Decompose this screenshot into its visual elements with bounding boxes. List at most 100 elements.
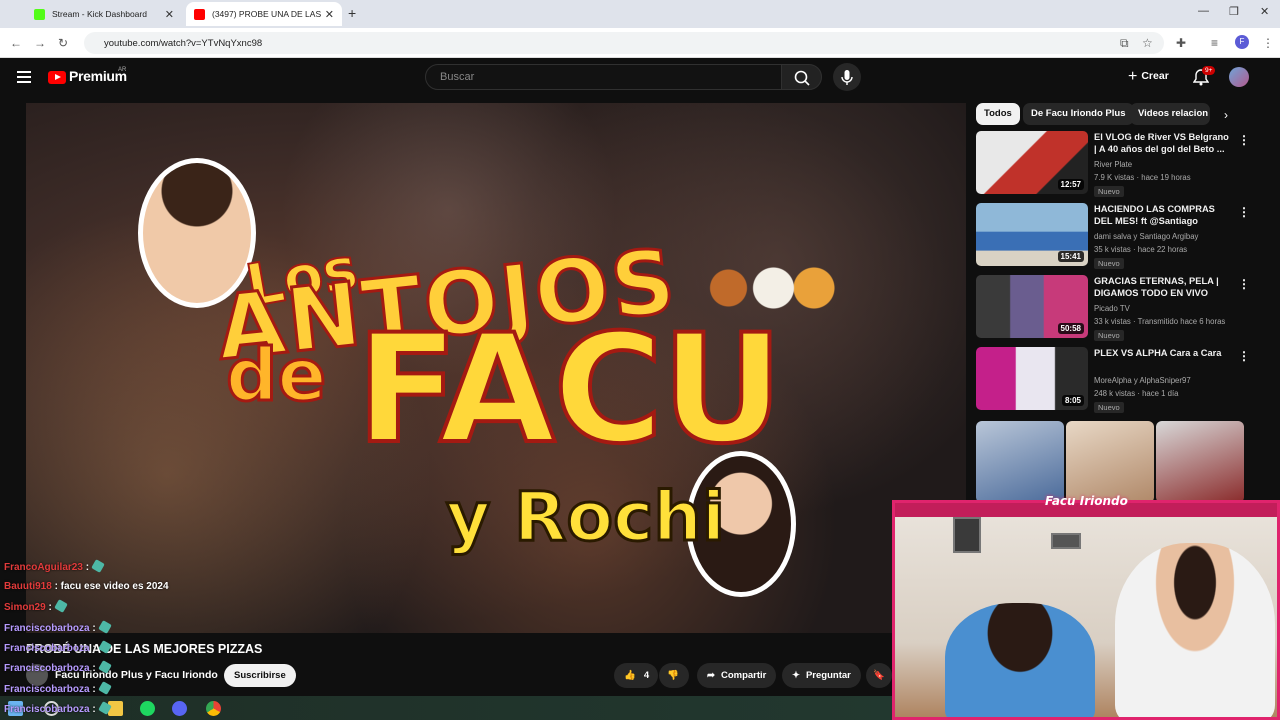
thumbnail-text-rochi: y Rochi: [444, 477, 726, 559]
chip-todos[interactable]: Todos: [976, 103, 1020, 125]
new-badge: Nuevo: [1094, 330, 1124, 341]
chat-message: Bauuti918 : facu ese video es 2024: [4, 581, 169, 592]
user-avatar[interactable]: [1229, 67, 1249, 87]
reading-list-icon[interactable]: ≡: [1211, 36, 1218, 50]
url-field[interactable]: youtube.com/watch?v=YTvNqYxnc98: [84, 32, 1164, 54]
create-label: Crear: [1141, 70, 1169, 82]
video-thumbnail[interactable]: 15:41: [976, 203, 1088, 266]
install-icon[interactable]: ⧉: [1120, 36, 1129, 51]
youtube-logo-icon[interactable]: [48, 71, 66, 84]
wall-picture: [953, 517, 981, 553]
chat-text: :: [92, 663, 96, 674]
video-title[interactable]: PLEX VS ALPHA Cara a Cara: [1094, 347, 1232, 359]
chat-text: :: [85, 562, 90, 573]
chat-username: Simon29: [4, 602, 46, 613]
chat-text: :: [48, 602, 52, 613]
new-badge: Nuevo: [1094, 186, 1124, 197]
chat-text: :: [92, 643, 96, 654]
like-button[interactable]: 👍 4: [614, 663, 658, 688]
video-meta: 35 k vistas · hace 22 horas: [1094, 245, 1188, 254]
search-button[interactable]: [781, 64, 822, 90]
thumbnail-text-de: de: [224, 332, 327, 419]
chrome-icon[interactable]: [206, 701, 221, 716]
video-title[interactable]: El VLOG de River VS Belgrano | A 40 años…: [1094, 131, 1232, 155]
bookmark-star-icon[interactable]: ☆: [1142, 36, 1153, 50]
profile-avatar[interactable]: F: [1235, 35, 1249, 49]
subscribe-button[interactable]: Suscribirse: [224, 664, 296, 687]
close-tab-icon[interactable]: ✕: [165, 8, 174, 21]
close-tab-icon[interactable]: ✕: [325, 8, 334, 21]
wall-picture: [1051, 533, 1081, 549]
video-title[interactable]: HACIENDO LAS COMPRAS DEL MES! ft @Santia…: [1094, 203, 1232, 228]
emote-icon: [97, 640, 112, 654]
new-tab-button[interactable]: +: [348, 5, 356, 21]
ask-button[interactable]: ✦ Preguntar: [782, 663, 861, 688]
recommendation-item[interactable]: 15:41 HACIENDO LAS COMPRAS DEL MES! ft @…: [976, 203, 1250, 269]
tab-kick-dashboard[interactable]: Stream - Kick Dashboard ✕: [26, 2, 182, 26]
create-button[interactable]: + Crear: [1128, 68, 1169, 86]
video-meta: 248 k vistas · hace 1 día: [1094, 389, 1179, 398]
short-thumbnail[interactable]: [1156, 421, 1244, 503]
chat-username: Franciscobarboza: [4, 704, 90, 715]
url-text: youtube.com/watch?v=YTvNqYxnc98: [104, 38, 263, 49]
extensions-icon[interactable]: ✚: [1176, 36, 1186, 50]
tab-title: (3497) PROBE UNA DE LAS: [212, 9, 322, 19]
video-thumbnail[interactable]: 8:05: [976, 347, 1088, 410]
kick-favicon-icon: [34, 8, 45, 20]
more-options-icon[interactable]: ⋮: [1238, 205, 1250, 219]
more-options-icon[interactable]: ⋮: [1238, 133, 1250, 147]
thumbs-down-icon: 👎: [667, 670, 679, 681]
video-thumbnail[interactable]: 12:57: [976, 131, 1088, 194]
bookmark-icon: 🔖: [873, 670, 885, 681]
thumbnail-text-facu: FACU: [354, 301, 785, 479]
video-player[interactable]: Los ANTOJOS de FACU y Rochi: [26, 103, 966, 633]
chat-username: FrancoAguilar23: [4, 562, 83, 573]
video-thumbnail[interactable]: 50:58: [976, 275, 1088, 338]
save-button[interactable]: 🔖: [866, 663, 892, 688]
short-thumbnail[interactable]: [1066, 421, 1154, 503]
reload-icon[interactable]: ↻: [58, 36, 68, 50]
video-title[interactable]: GRACIAS ETERNAS, PELA | DIGAMOS TODO EN …: [1094, 275, 1232, 300]
video-duration: 50:58: [1057, 323, 1084, 334]
more-options-icon[interactable]: ⋮: [1238, 349, 1250, 363]
search-input[interactable]: Buscar: [425, 64, 782, 90]
plus-icon: +: [1128, 68, 1138, 85]
channel-name[interactable]: Picado TV: [1094, 304, 1130, 313]
webcam-streamer-name: Facu Iriondo: [1045, 494, 1128, 508]
chat-message: Franciscobarboza :: [4, 681, 112, 695]
thumbs-up-icon: 👍: [624, 670, 636, 681]
emote-icon: [97, 660, 112, 674]
dislike-button[interactable]: 👎: [659, 663, 689, 688]
chip-videos-relacionados[interactable]: Videos relacion: [1130, 103, 1210, 125]
recommendation-item[interactable]: 8:05 PLEX VS ALPHA Cara a Cara MoreAlpha…: [976, 347, 1250, 413]
emote-icon: [53, 599, 68, 613]
short-thumbnail[interactable]: [976, 421, 1064, 503]
back-icon[interactable]: ←: [10, 36, 22, 50]
tab-title: Stream - Kick Dashboard: [52, 9, 147, 19]
chip-de-facu-iriondo-plus[interactable]: De Facu Iriondo Plus: [1023, 103, 1134, 125]
chat-text: : facu ese video es 2024: [54, 581, 169, 592]
channel-name[interactable]: MoreAlpha y AlphaSniper97: [1094, 376, 1191, 385]
address-bar-row: ← → ↻ youtube.com/watch?v=YTvNqYxnc98 ⧉ …: [0, 28, 1280, 58]
forward-icon[interactable]: →: [34, 36, 46, 50]
new-badge: Nuevo: [1094, 402, 1124, 413]
menu-icon[interactable]: [17, 71, 31, 83]
like-count: 4: [643, 670, 650, 681]
search-placeholder: Buscar: [440, 71, 475, 83]
window-close-icon[interactable]: ✕: [1260, 5, 1269, 18]
share-label: Compartir: [720, 670, 767, 681]
channel-name[interactable]: dami salva y Santiago Argibay: [1094, 232, 1198, 241]
minimize-icon[interactable]: —: [1198, 5, 1209, 17]
recommendation-item[interactable]: 50:58 GRACIAS ETERNAS, PELA | DIGAMOS TO…: [976, 275, 1250, 341]
chevron-right-icon[interactable]: ›: [1224, 108, 1228, 122]
tab-youtube-video[interactable]: (3497) PROBE UNA DE LAS ✕: [186, 2, 342, 26]
recommendation-item[interactable]: 12:57 El VLOG de River VS Belgrano | A 4…: [976, 131, 1250, 197]
spotify-icon[interactable]: [140, 701, 155, 716]
voice-search-button[interactable]: [833, 63, 861, 91]
discord-icon[interactable]: [172, 701, 187, 716]
browser-menu-icon[interactable]: ⋮: [1262, 36, 1274, 50]
restore-icon[interactable]: ❐: [1229, 5, 1239, 18]
share-button[interactable]: ➦ Compartir: [697, 663, 777, 688]
more-options-icon[interactable]: ⋮: [1238, 277, 1250, 291]
channel-name[interactable]: River Plate: [1094, 160, 1132, 169]
